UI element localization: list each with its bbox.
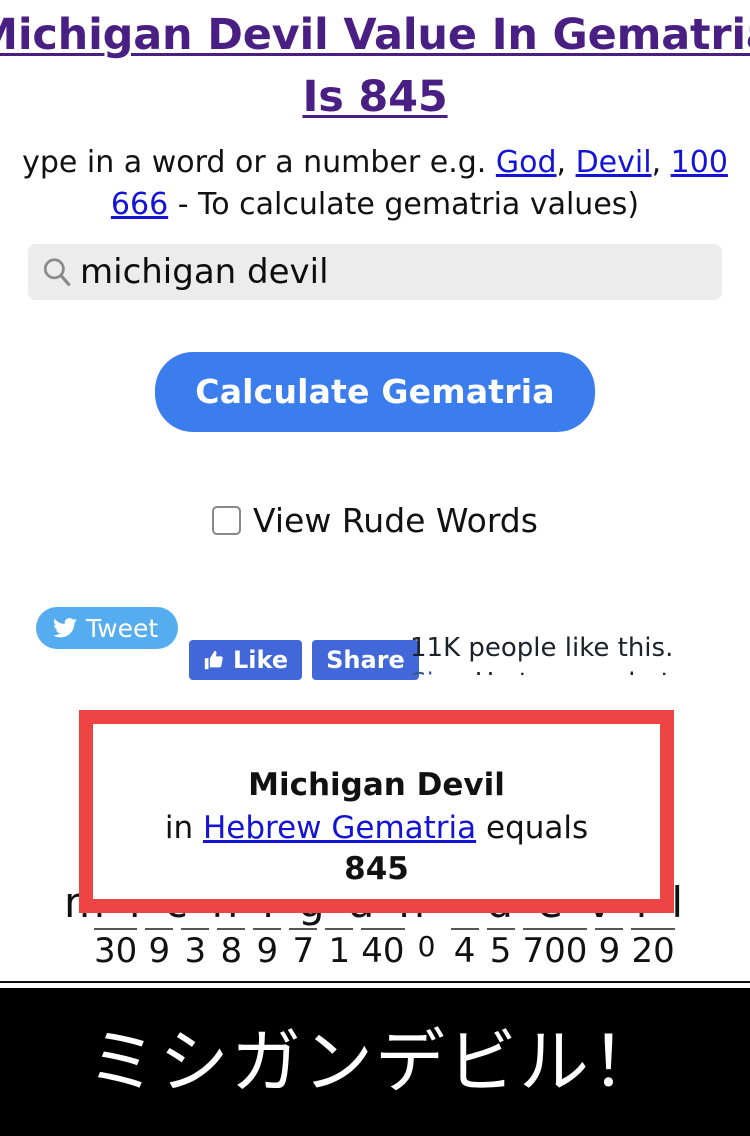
breakdown-value: 5 [486,928,515,970]
calculate-gematria-button[interactable]: Calculate Gematria [155,352,595,432]
breakdown-value: 20 [631,928,675,970]
tweet-button[interactable]: Tweet [36,607,179,649]
facebook-signup-link[interactable]: Sign [410,668,467,675]
breakdown-value: 3 [181,928,210,970]
example-link-1000[interactable]: 100 [671,145,728,180]
instructions-line-2: 666 - To calculate gematria values) [0,184,750,226]
breakdown-value-space: 0 [417,930,436,963]
gematria-breakdown-values: 30 9 3 8 9 7 1 40 0 4 5 700 9 20 [64,928,750,970]
view-rude-words-row: View Rude Words [0,504,750,537]
instructions-text: ype in a word or a number e.g. God, Devi… [0,142,750,226]
view-rude-words-checkbox[interactable] [212,506,242,535]
document-body: Michigan Devil Value In Gematria Is 845 … [0,0,750,685]
social-share-row: Tweet Like Share 11K people like this. S… [0,607,750,685]
result-equals-word: equals [476,810,589,846]
example-link-devil[interactable]: Devil [576,145,652,180]
breakdown-value: 9 [253,928,282,970]
breakdown-value: 7 [289,928,318,970]
page-title[interactable]: Michigan Devil Value In Gematria Is 845 [0,0,750,128]
breakdown-value: 9 [595,928,624,970]
facebook-share-button[interactable]: Share [312,640,419,680]
gematria-result-box: Michigan Devil in Hebrew Gematria equals… [79,710,674,913]
result-value: 845 [344,851,409,887]
footer-banner: ミシガンデビル！ [0,988,750,1136]
hebrew-gematria-link[interactable]: Hebrew Gematria [203,810,476,846]
tweet-button-label: Tweet [86,613,159,643]
instructions-tail: - To calculate gematria values) [168,187,640,222]
facebook-buttons-group: Like Share [189,640,419,680]
result-in-word: in [164,810,203,846]
facebook-like-count-text: 11K people like this. [410,633,674,663]
facebook-share-label: Share [326,646,405,674]
footer-banner-text: ミシガンデビル！ [87,1021,663,1103]
search-field-wrapper: michigan devil [28,244,722,300]
breakdown-value: 30 [94,928,138,970]
twitter-bird-icon [53,618,77,638]
facebook-like-count: 11K people like this. Sign Up to see wha… [410,631,678,675]
page-root: Michigan Devil Value In Gematria Is 845 … [0,0,750,1136]
facebook-like-label: Like [233,646,289,674]
instructions-sep-1: , [556,145,576,180]
example-link-god[interactable]: God [496,145,557,180]
example-link-666[interactable]: 666 [111,187,168,222]
breakdown-value: 4 [450,928,479,970]
search-input-value: michigan devil [80,252,329,292]
breakdown-value: 8 [217,928,246,970]
result-phrase: Michigan Devil [248,767,505,803]
breakdown-value: 9 [145,928,174,970]
instructions-lead: ype in a word or a number e.g. [22,145,496,180]
view-rude-words-label: View Rude Words [253,501,538,540]
instructions-sep-2: , [651,145,671,180]
result-system-line: in Hebrew Gematria equals [93,809,660,847]
search-input[interactable]: michigan devil [28,244,722,300]
search-icon [43,258,71,286]
calculate-button-wrapper: Calculate Gematria [0,352,750,432]
breakdown-value: 40 [361,928,405,970]
breakdown-value: 1 [325,928,354,970]
breakdown-value: 700 [522,928,588,970]
facebook-like-button[interactable]: Like [189,640,303,680]
thumbs-up-icon [204,650,223,670]
footer-divider [0,981,750,983]
